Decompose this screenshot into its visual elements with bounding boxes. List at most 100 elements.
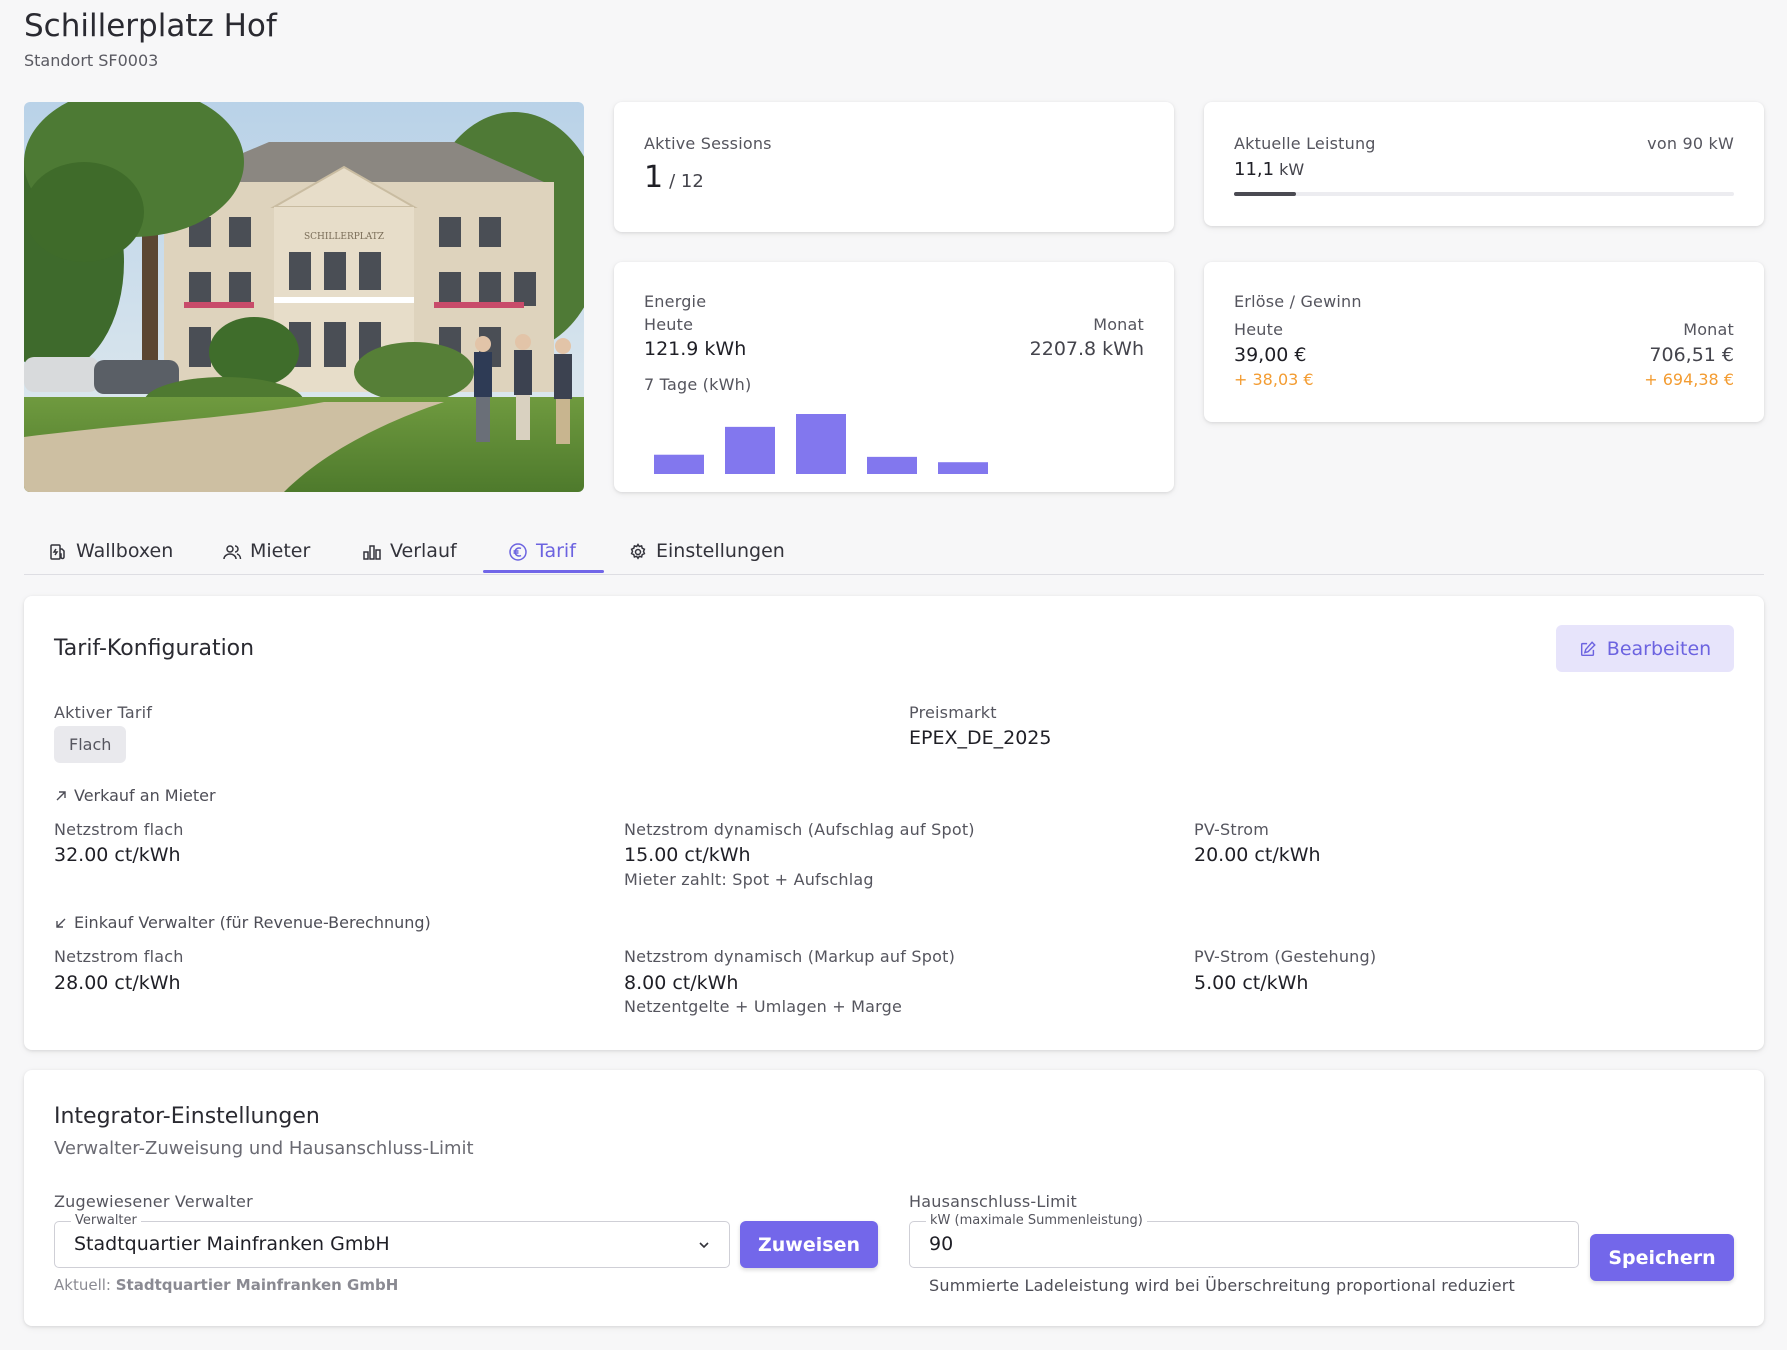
power-progress-track — [1234, 192, 1734, 196]
tab-tarif[interactable]: Tarif — [508, 528, 576, 574]
tab-verlauf[interactable]: Verlauf — [362, 528, 457, 574]
sessions-active: 1 — [644, 160, 664, 195]
ev-charger-icon — [50, 544, 65, 560]
purchase-heading-text: Einkauf Verwalter (für Revenue-Berechnun… — [74, 913, 431, 932]
manager-selected-value: Stadtquartier Mainfranken GmbH — [74, 1233, 390, 1255]
revenue-month-value: 706,51 € — [1649, 344, 1734, 366]
arrow-down-left-icon — [56, 918, 66, 928]
manager-select[interactable]: Verwalter Stadtquartier Mainfranken GmbH — [54, 1213, 730, 1268]
sale-heading-text: Verkauf an Mieter — [74, 786, 216, 805]
purchase-flat-value: 28.00 ct/kWh — [54, 972, 181, 994]
revenue-today-profit: + 38,03 € — [1234, 370, 1314, 389]
assign-button[interactable]: Zuweisen — [740, 1221, 878, 1268]
energy-bar — [796, 414, 846, 474]
tabs-divider — [24, 574, 1764, 575]
limit-legend: kW (maximale Summenleistung) — [926, 1213, 1147, 1228]
integrator-card: Integrator-Einstellungen Verwalter-Zuwei… — [24, 1070, 1764, 1326]
energy-month-value: 2207.8 kWh — [1029, 338, 1144, 360]
revenue-month-profit: + 694,38 € — [1644, 370, 1734, 389]
active-tarif-label: Aktiver Tarif — [54, 703, 153, 722]
site-id: Standort SF0003 — [24, 51, 159, 70]
energy-today-label: Heute — [644, 315, 694, 334]
market-label: Preismarkt — [909, 703, 997, 722]
tarif-config-card: Tarif-Konfiguration Bearbeiten Aktiver T… — [24, 596, 1764, 1050]
building-sign: SCHILLERPLATZ — [304, 232, 384, 242]
sale-dyn-value: 15.00 ct/kWh — [624, 844, 751, 866]
arrow-up-right-icon — [56, 790, 66, 800]
revenue-month-label: Monat — [1683, 320, 1734, 339]
sale-heading: Verkauf an Mieter — [54, 786, 216, 805]
tab-label: Mieter — [250, 540, 311, 562]
chevron-down-icon — [699, 1242, 709, 1249]
power-max: von 90 kW — [1647, 134, 1734, 153]
energy-label: Energie — [644, 292, 707, 311]
tab-wallboxen[interactable]: Wallboxen — [48, 528, 173, 574]
limit-hint: Summierte Ladeleistung wird bei Überschr… — [929, 1276, 1515, 1295]
current-manager: Aktuell: Stadtquartier Mainfranken GmbH — [54, 1276, 398, 1294]
page-title: Schillerplatz Hof — [24, 8, 277, 44]
active-tarif-chip: Flach — [54, 726, 127, 763]
sale-dyn-label: Netzstrom dynamisch (Aufschlag auf Spot) — [624, 820, 975, 839]
tab-label: Verlauf — [390, 540, 457, 562]
limit-input-value: 90 — [929, 1233, 954, 1255]
energy-card: Energie Heute 121.9 kWh Monat 2207.8 kWh… — [614, 262, 1174, 492]
energy-bar — [725, 426, 775, 474]
integrator-subtitle: Verwalter-Zuweisung und Hausanschluss-Li… — [54, 1138, 474, 1159]
purchase-dyn-value: 8.00 ct/kWh — [624, 972, 739, 994]
users-icon — [223, 545, 242, 560]
power-unit: kW — [1279, 160, 1305, 179]
energy-bar — [654, 454, 704, 474]
tab-label: Tarif — [536, 540, 576, 562]
tab-label: Wallboxen — [76, 540, 174, 562]
sessions-label: Aktive Sessions — [644, 134, 772, 153]
euro-icon — [509, 543, 527, 561]
purchase-pv-value: 5.00 ct/kWh — [1194, 972, 1309, 994]
revenue-today-label: Heute — [1234, 320, 1284, 339]
energy-bar — [938, 462, 988, 474]
edit-tarif-button[interactable]: Bearbeiten — [1556, 625, 1734, 672]
save-limit-button[interactable]: Speichern — [1590, 1234, 1734, 1281]
power-label: Aktuelle Leistung — [1234, 134, 1376, 153]
sale-flat-value: 32.00 ct/kWh — [54, 844, 181, 866]
manager-legend: Verwalter — [71, 1213, 141, 1228]
limit-label: Hausanschluss-Limit — [909, 1192, 1078, 1211]
current-manager-value: Stadtquartier Mainfranken GmbH — [115, 1276, 399, 1294]
energy-week-label: 7 Tage (kWh) — [644, 375, 752, 394]
market-value: EPEX_DE_2025 — [909, 727, 1052, 749]
energy-7day-chart — [654, 414, 988, 474]
revenue-card: Erlöse / Gewinn Heute 39,00 € + 38,03 € … — [1204, 262, 1764, 422]
gear-icon — [630, 543, 646, 560]
power-value: 11,1 — [1234, 159, 1275, 180]
purchase-dyn-label: Netzstrom dynamisch (Markup auf Spot) — [624, 947, 956, 966]
purchase-pv-label: PV-Strom (Gestehung) — [1194, 947, 1377, 966]
manager-label: Zugewiesener Verwalter — [54, 1192, 253, 1211]
bar-chart-icon — [363, 545, 381, 560]
sale-flat-label: Netzstrom flach — [54, 820, 184, 839]
energy-bar — [867, 456, 917, 474]
power-progress-fill — [1234, 192, 1296, 196]
tarif-title: Tarif-Konfiguration — [54, 636, 255, 661]
revenue-today-value: 39,00 € — [1234, 344, 1307, 366]
purchase-flat-label: Netzstrom flach — [54, 947, 184, 966]
purchase-dyn-note: Netzentgelte + Umlagen + Marge — [624, 997, 903, 1016]
energy-month-label: Monat — [1093, 315, 1144, 334]
edit-icon — [1580, 640, 1596, 656]
sale-pv-label: PV-Strom — [1194, 820, 1270, 839]
sale-pv-value: 20.00 ct/kWh — [1194, 844, 1321, 866]
edit-label: Bearbeiten — [1606, 637, 1712, 660]
power-card: Aktuelle Leistung von 90 kW 11,1 kW — [1204, 102, 1764, 226]
sale-dyn-note: Mieter zahlt: Spot + Aufschlag — [624, 870, 874, 889]
revenue-label: Erlöse / Gewinn — [1234, 292, 1362, 311]
purchase-heading: Einkauf Verwalter (für Revenue-Berechnun… — [54, 913, 431, 932]
active-tab-indicator — [483, 570, 604, 573]
site-photo: SCHILLERPLATZ — [24, 102, 584, 492]
sessions-card: Aktive Sessions 1 / 12 — [614, 102, 1174, 232]
tab-einstellungen[interactable]: Einstellungen — [628, 528, 785, 574]
current-manager-prefix: Aktuell: — [54, 1276, 111, 1294]
tab-label: Einstellungen — [656, 540, 785, 562]
limit-input[interactable]: kW (maximale Summenleistung) 90 — [909, 1213, 1579, 1268]
tab-mieter[interactable]: Mieter — [222, 528, 310, 574]
energy-today-value: 121.9 kWh — [644, 338, 747, 360]
sessions-total: / 12 — [669, 171, 704, 192]
integrator-title: Integrator-Einstellungen — [54, 1104, 320, 1129]
